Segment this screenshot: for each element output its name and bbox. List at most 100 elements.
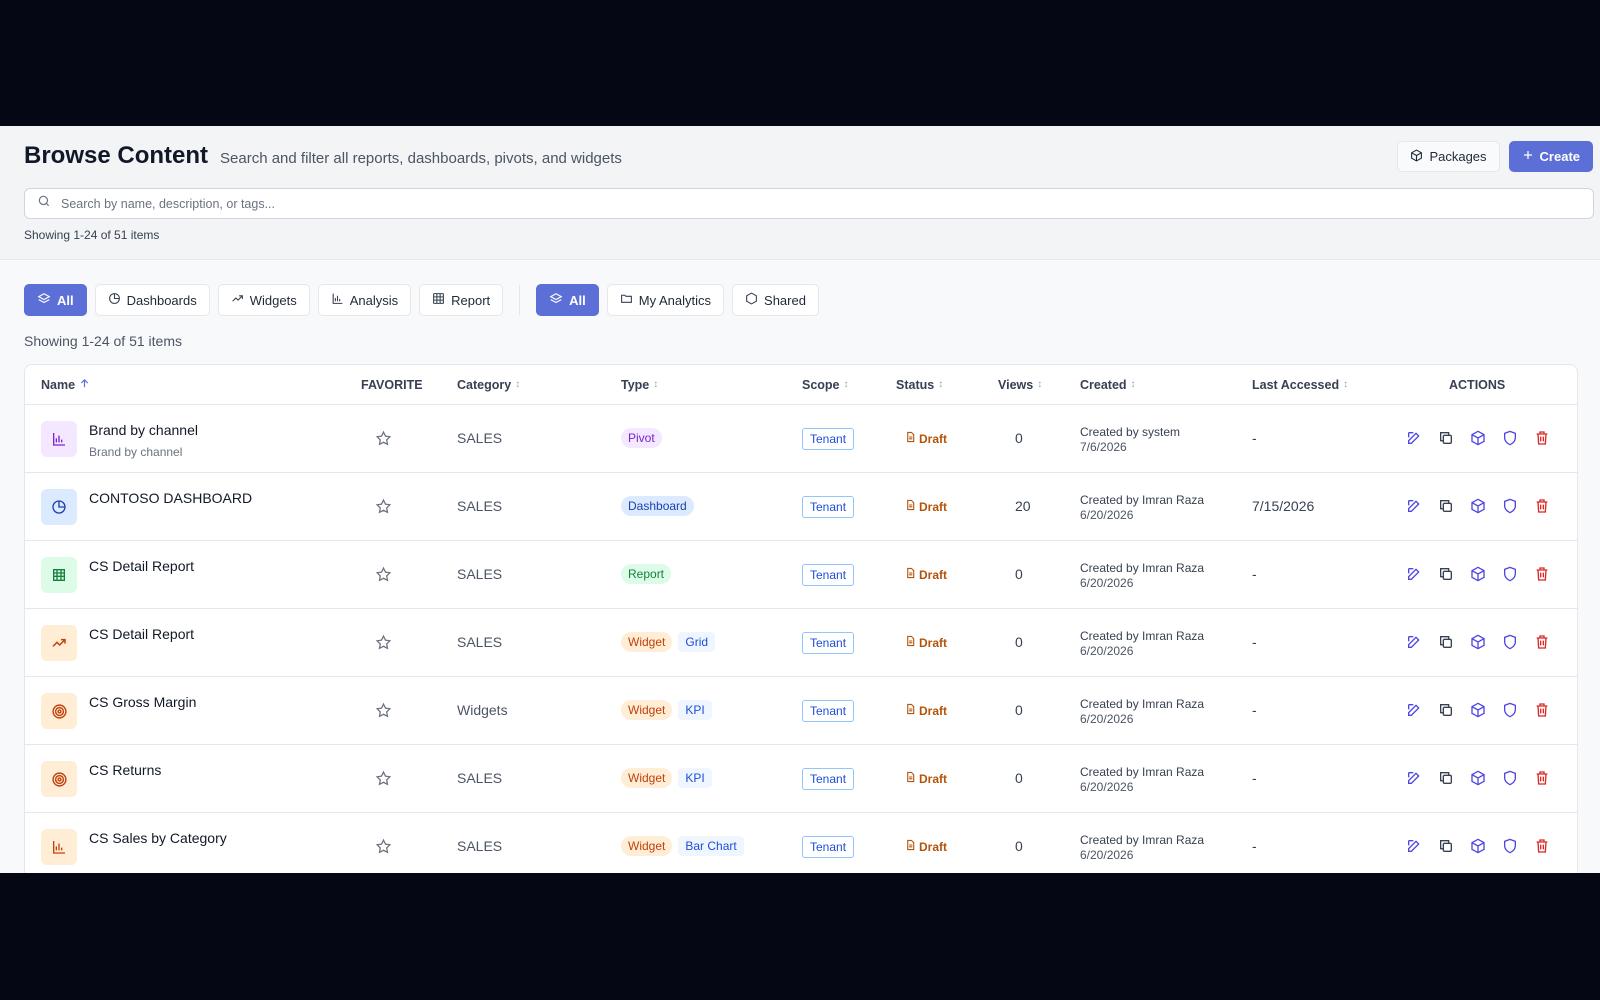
filter-type-analysis[interactable]: Analysis — [317, 284, 412, 316]
edit-icon[interactable] — [1406, 634, 1422, 650]
status-badge: Draft — [905, 771, 947, 786]
category-text: SALES — [457, 498, 503, 514]
edit-icon[interactable] — [1406, 770, 1422, 786]
shield-icon[interactable] — [1502, 634, 1518, 650]
edit-icon[interactable] — [1406, 430, 1422, 446]
package-icon[interactable] — [1470, 566, 1486, 582]
shield-icon[interactable] — [1502, 702, 1518, 718]
column-category[interactable]: Category ↕ — [457, 378, 520, 392]
copy-icon[interactable] — [1438, 838, 1454, 854]
column-name[interactable]: Name — [41, 378, 90, 392]
shield-icon[interactable] — [1502, 566, 1518, 582]
item-name[interactable]: CONTOSO DASHBOARD — [89, 490, 252, 506]
star-icon[interactable] — [375, 430, 392, 447]
edit-icon[interactable] — [1406, 838, 1422, 854]
scope-badge-wrap: Tenant — [802, 428, 855, 450]
edit-icon[interactable] — [1406, 566, 1422, 582]
column-last-accessed[interactable]: Last Accessed ↕ — [1252, 378, 1348, 392]
package-icon[interactable] — [1470, 702, 1486, 718]
created-by: Created by Imran Raza — [1080, 561, 1205, 575]
item-icon-box — [41, 761, 77, 797]
file-icon — [905, 431, 916, 446]
created-by: Created by system — [1080, 425, 1181, 439]
item-name[interactable]: CS Detail Report — [89, 558, 194, 574]
column-scope[interactable]: Scope ↕ — [802, 378, 849, 392]
item-name[interactable]: CS Detail Report — [89, 626, 194, 642]
status-badge: Draft — [905, 703, 947, 718]
packages-button[interactable]: Packages — [1397, 141, 1500, 172]
delete-icon[interactable] — [1534, 838, 1550, 854]
delete-icon[interactable] — [1534, 566, 1550, 582]
create-button[interactable]: Create — [1508, 141, 1593, 172]
column-label: Last Accessed — [1252, 377, 1340, 392]
item-name[interactable]: CS Sales by Category — [89, 830, 227, 846]
package-icon[interactable] — [1470, 770, 1486, 786]
copy-icon[interactable] — [1438, 498, 1454, 514]
table-row[interactable]: Brand by channel Brand by channel SALES … — [25, 405, 1577, 473]
subtype-badge: Bar Chart — [678, 836, 744, 856]
packages-label: Packages — [1429, 149, 1487, 164]
filter-scope-all[interactable]: All — [536, 284, 599, 316]
star-icon[interactable] — [375, 498, 392, 515]
created-date: 6/20/2026 — [1080, 508, 1134, 522]
item-name[interactable]: Brand by channel — [89, 422, 198, 438]
table-row[interactable]: CS Gross Margin Widgets Widget KPI Tenant… — [25, 677, 1577, 745]
table-row[interactable]: CS Sales by Category SALES Widget Bar Cha… — [25, 813, 1577, 873]
column-created[interactable]: Created ↕ — [1080, 378, 1136, 392]
search-box — [24, 188, 1594, 219]
copy-icon[interactable] — [1438, 566, 1454, 582]
shield-icon[interactable] — [1502, 838, 1518, 854]
filter-type-all[interactable]: All — [24, 284, 87, 316]
edit-icon[interactable] — [1406, 702, 1422, 718]
copy-icon[interactable] — [1438, 702, 1454, 718]
views-count: 0 — [1015, 634, 1023, 650]
column-type[interactable]: Type ↕ — [621, 378, 658, 392]
page-title: Browse Content — [24, 142, 209, 169]
package-icon[interactable] — [1470, 634, 1486, 650]
package-icon[interactable] — [1470, 430, 1486, 446]
star-icon[interactable] — [375, 770, 392, 787]
package-icon[interactable] — [1470, 498, 1486, 514]
copy-icon[interactable] — [1438, 430, 1454, 446]
table-row[interactable]: CS Returns SALES Widget KPI Tenant Draft … — [25, 745, 1577, 813]
column-label: ACTIONS — [1449, 377, 1506, 392]
created-date: 6/20/2026 — [1080, 712, 1134, 726]
table-row[interactable]: CS Detail Report SALES Report Tenant Dra… — [25, 541, 1577, 609]
delete-icon[interactable] — [1534, 770, 1550, 786]
table-row[interactable]: CONTOSO DASHBOARD SALES Dashboard Tenant… — [25, 473, 1577, 541]
sort-icon: ↕ — [515, 379, 521, 390]
type-badge: Dashboard — [621, 496, 694, 516]
star-icon[interactable] — [375, 702, 392, 719]
scope-badge-wrap: Tenant — [802, 768, 855, 790]
copy-icon[interactable] — [1438, 770, 1454, 786]
status-badge: Draft — [905, 635, 947, 650]
package-icon[interactable] — [1470, 838, 1486, 854]
filter-scope-my-analytics[interactable]: My Analytics — [606, 284, 725, 316]
shield-icon[interactable] — [1502, 430, 1518, 446]
delete-icon[interactable] — [1534, 498, 1550, 514]
shield-icon[interactable] — [1502, 498, 1518, 514]
star-icon[interactable] — [375, 838, 392, 855]
filter-scope-shared[interactable]: Shared — [732, 284, 819, 316]
filter-type-widgets[interactable]: Widgets — [217, 284, 310, 316]
shield-icon[interactable] — [1502, 770, 1518, 786]
last-accessed: - — [1252, 838, 1257, 854]
delete-icon[interactable] — [1534, 634, 1550, 650]
item-name[interactable]: CS Returns — [89, 762, 161, 778]
app-window: Browse Content Search and filter all rep… — [0, 126, 1600, 873]
sort-icon: ↕ — [843, 379, 849, 390]
filter-type-report[interactable]: Report — [419, 284, 504, 316]
delete-icon[interactable] — [1534, 430, 1550, 446]
column-status[interactable]: Status ↕ — [896, 378, 943, 392]
copy-icon[interactable] — [1438, 634, 1454, 650]
star-icon[interactable] — [375, 566, 392, 583]
item-name[interactable]: CS Gross Margin — [89, 694, 196, 710]
star-icon[interactable] — [375, 634, 392, 651]
search-input[interactable] — [61, 196, 1593, 211]
table-row[interactable]: CS Detail Report SALES Widget Grid Tenant… — [25, 609, 1577, 677]
table-icon — [41, 557, 77, 593]
delete-icon[interactable] — [1534, 702, 1550, 718]
column-views[interactable]: Views ↕ — [998, 378, 1042, 392]
filter-type-dashboards[interactable]: Dashboards — [94, 284, 210, 316]
edit-icon[interactable] — [1406, 498, 1422, 514]
